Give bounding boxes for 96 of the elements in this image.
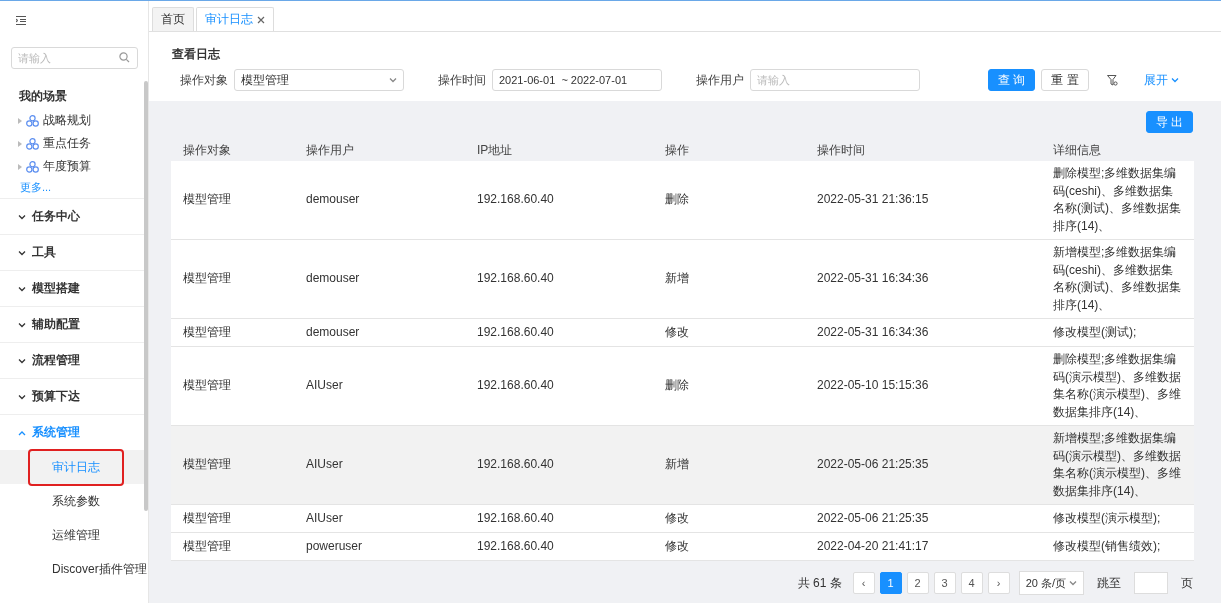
expand-arrow-icon[interactable] [18, 163, 22, 170]
filter-clear-icon[interactable] [1106, 74, 1118, 86]
table-cell: 192.168.60.40 [465, 425, 653, 505]
cluster-icon [26, 114, 39, 127]
total-count: 共 61 条 [797, 574, 842, 592]
table-cell: 192.168.60.40 [465, 318, 653, 347]
page-suffix: 页 [1181, 574, 1193, 592]
scene-item[interactable]: 年度预算 [43, 158, 91, 175]
user-input-field[interactable]: 请输入 [750, 69, 920, 91]
field-label: 操作对象 [180, 71, 228, 89]
table-cell: 模型管理 [171, 239, 294, 319]
table-cell: 192.168.60.40 [465, 504, 653, 533]
table-cell: demouser [294, 318, 465, 347]
reset-button[interactable]: 重 置 [1041, 69, 1089, 91]
dropdown-icon [1069, 580, 1077, 586]
page-button[interactable]: 3 [933, 572, 956, 594]
close-icon[interactable] [257, 15, 265, 24]
table-cell: 新增 [653, 425, 805, 505]
table-cell: 2022-04-20 21:41:17 [805, 532, 1041, 561]
menu-fold-icon[interactable] [16, 15, 26, 25]
field-label: 操作用户 [696, 71, 744, 89]
table-cell: demouser [294, 239, 465, 319]
column-header: 详细信息 [1041, 139, 1194, 161]
column-header: 操作对象 [171, 139, 294, 161]
field-label: 操作时间 [438, 71, 486, 89]
chevron-icon [18, 213, 26, 220]
menu-item[interactable]: 系统参数 [0, 484, 148, 518]
table-cell: 192.168.60.40 [465, 532, 653, 561]
scene-item[interactable]: 重点任务 [43, 135, 91, 152]
next-page-button[interactable]: › [987, 572, 1010, 594]
table-cell: poweruser [294, 532, 465, 561]
table-cell: 192.168.60.40 [465, 346, 653, 426]
search-icon[interactable] [119, 52, 130, 63]
table-cell: 2022-05-06 21:25:35 [805, 425, 1041, 505]
menu-item[interactable]: Discover插件管理 [0, 552, 148, 586]
object-select[interactable]: 模型管理 [234, 69, 404, 91]
table-cell: 修改 [653, 532, 805, 561]
chevron-icon [18, 393, 26, 400]
column-header: 操作 [653, 139, 805, 161]
date-range-field[interactable]: 2021-06-01 ~ 2022-07-01 [492, 69, 662, 91]
table-cell: AIUser [294, 425, 465, 505]
chevron-icon [18, 429, 26, 436]
column-header: 操作时间 [805, 139, 1041, 161]
column-header: IP地址 [465, 139, 653, 161]
table-cell: 2022-05-31 16:34:36 [805, 239, 1041, 319]
table-cell: 修改模型(测试); [1041, 318, 1194, 347]
table-cell: 修改模型(演示模型); [1041, 504, 1194, 533]
page-button[interactable]: 4 [960, 572, 983, 594]
scene-item[interactable]: 战略规划 [43, 112, 91, 129]
expand-arrow-icon[interactable] [18, 117, 22, 124]
table-cell: demouser [294, 161, 465, 240]
table-cell: 2022-05-31 16:34:36 [805, 318, 1041, 347]
tab[interactable]: 首页 [152, 7, 194, 31]
chevron-icon [18, 249, 26, 256]
table-cell: 模型管理 [171, 532, 294, 561]
table-cell: 2022-05-10 15:15:36 [805, 346, 1041, 426]
table-cell: 新增模型;多维数据集编码(演示模型)、多维数据集名称(演示模型)、多维数据集排序(14)、 [1041, 425, 1194, 505]
chevron-icon [18, 321, 26, 328]
table-cell: 删除模型;多维数据集编码(ceshi)、多维数据集名称(测试)、多维数据集排序(14)、 [1041, 161, 1194, 240]
table-cell: 修改 [653, 318, 805, 347]
section-title: 我的场景 [19, 88, 68, 105]
chevron-icon [18, 357, 26, 364]
expand-arrow-icon[interactable] [18, 140, 22, 147]
scrollbar[interactable] [144, 81, 148, 511]
search-field[interactable]: 请输入 [11, 47, 138, 69]
page-button[interactable]: 2 [906, 572, 929, 594]
dropdown-icon [389, 77, 397, 83]
table-cell: 删除模型;多维数据集编码(演示模型)、多维数据集名称(演示模型)、多维数据集排序(14)、 [1041, 346, 1194, 426]
table-cell: 删除 [653, 161, 805, 240]
table-cell: 修改 [653, 504, 805, 533]
chevron-icon [18, 285, 26, 292]
table-cell: 新增 [653, 239, 805, 319]
panel-title: 查看日志 [172, 46, 221, 63]
chevron-icon [1170, 77, 1179, 83]
table-cell: AIUser [294, 346, 465, 426]
cluster-icon [26, 137, 39, 150]
table-cell: 2022-05-31 21:36:15 [805, 161, 1041, 240]
table-cell: 2022-05-06 21:25:35 [805, 504, 1041, 533]
menu-item[interactable]: 运维管理 [0, 518, 148, 552]
prev-page-button[interactable]: ‹ [852, 572, 875, 594]
table-cell: 修改模型(销售绩效); [1041, 532, 1194, 561]
cluster-icon [26, 160, 39, 173]
table-cell: 192.168.60.40 [465, 161, 653, 240]
page-jump-field[interactable] [1134, 572, 1168, 594]
table-cell: 模型管理 [171, 161, 294, 240]
table-cell: 新增模型;多维数据集编码(ceshi)、多维数据集名称(测试)、多维数据集排序(14)、 [1041, 239, 1194, 319]
jump-label: 跳至 [1097, 574, 1121, 592]
table-cell: AIUser [294, 504, 465, 533]
table-cell: 模型管理 [171, 504, 294, 533]
table-cell: 模型管理 [171, 318, 294, 347]
column-header: 操作用户 [294, 139, 465, 161]
table-cell: 模型管理 [171, 346, 294, 426]
page-size-select[interactable]: 20 条/页 [1018, 571, 1084, 595]
table-cell: 模型管理 [171, 425, 294, 505]
table-cell: 192.168.60.40 [465, 239, 653, 319]
table-cell: 删除 [653, 346, 805, 426]
